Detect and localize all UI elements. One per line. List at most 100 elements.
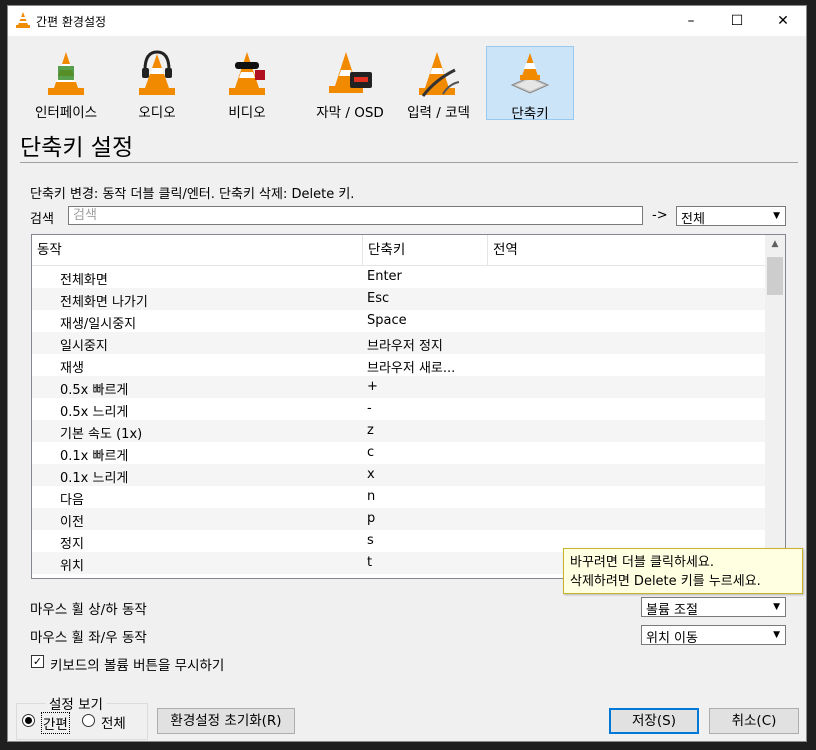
action-cell: 기본 속도 (1x) [60, 427, 143, 442]
action-cell: 다음 [60, 493, 84, 508]
hotkey-cell: Esc [367, 291, 390, 306]
hotkey-cell: p [367, 511, 376, 526]
reset-preferences-button[interactable]: 환경설정 초기화(R) [157, 708, 295, 734]
tab-interface[interactable]: 인터페이스 [21, 46, 111, 121]
tab-input-codec[interactable]: 입력 / 코덱 [396, 46, 481, 121]
tab-subtitle-osd-label: 자막 / OSD [316, 105, 384, 121]
interface-icon [48, 52, 84, 95]
search-scope-value: 전체 [681, 212, 705, 227]
table-row[interactable]: 0.1x 느리게 x [32, 464, 765, 486]
chevron-down-icon: ▼ [773, 602, 780, 612]
category-toolbar: 인터페이스 오디오 비디오 자막 / OSD 입력 / 코덱 단축키 [16, 46, 576, 122]
tooltip-line-1: 바꾸려면 더블 클릭하세요. [570, 555, 714, 570]
action-cell: 이전 [60, 515, 84, 530]
hotkeys-icon [510, 53, 550, 94]
hotkeys-table[interactable]: 동작 단축키 전역 전체화면 Enter 전체화면 나가기 Esc 재생/일시중지 Spa… [31, 234, 786, 579]
minimize-button[interactable]: – [668, 6, 714, 36]
hotkey-cell: x [367, 467, 375, 482]
table-row[interactable]: 전체화면 Enter [32, 266, 765, 288]
action-cell: 재생 [60, 361, 84, 376]
input-codec-icon [418, 52, 459, 97]
mouse-vertical-value: 볼륨 조절 [646, 603, 698, 618]
video-icon [229, 52, 265, 95]
title-bar: 간편 환경설정 – ☐ ✕ [8, 6, 806, 36]
audio-icon [139, 50, 175, 95]
window-title: 간편 환경설정 [36, 15, 107, 29]
tab-audio-label: 오디오 [138, 105, 176, 121]
action-cell: 전체화면 나가기 [60, 295, 148, 310]
ignore-volume-keys-label[interactable]: 키보드의 볼륨 버튼을 무시하기 [50, 654, 224, 674]
action-cell: 정지 [60, 537, 84, 552]
tab-interface-label: 인터페이스 [34, 105, 98, 121]
vlc-cone-icon [16, 12, 30, 28]
hotkey-cell: - [367, 401, 372, 416]
search-input[interactable] [68, 206, 643, 225]
preferences-window: 간편 환경설정 – ☐ ✕ 인터페이스 오디오 비디오 자막 / OSD 입력 … [7, 5, 807, 742]
section-title: 단축키 설정 [20, 135, 134, 161]
table-row[interactable]: 이전 p [32, 508, 765, 530]
hotkey-cell: z [367, 423, 374, 438]
ignore-volume-keys-checkbox[interactable]: ✓ [31, 655, 44, 668]
tab-input-codec-label: 입력 / 코덱 [407, 105, 470, 121]
mouse-horizontal-value: 위치 이동 [646, 631, 698, 646]
view-all-label[interactable]: 전체 [101, 712, 126, 732]
hotkey-cell: t [367, 555, 373, 570]
hotkey-tooltip: 바꾸려면 더블 클릭하세요. 삭제하려면 Delete 키를 누르세요. [563, 548, 803, 594]
tab-video-label: 비디오 [228, 105, 266, 121]
table-row[interactable]: 다음 n [32, 486, 765, 508]
cancel-button[interactable]: 취소(C) [709, 708, 799, 734]
maximize-button[interactable]: ☐ [714, 6, 760, 36]
action-cell: 일시중지 [60, 339, 108, 354]
action-cell: 재생/일시중지 [60, 317, 137, 332]
mouse-horizontal-select[interactable]: 위치 이동 ▼ [641, 625, 786, 646]
table-row[interactable]: 0.5x 빠르게 + [32, 376, 765, 398]
table-header: 동작 단축키 전역 [32, 235, 765, 266]
tab-subtitle-osd[interactable]: 자막 / OSD [296, 46, 404, 121]
table-row[interactable]: 일시중지 브라우저 정지 [32, 332, 765, 354]
scroll-up-icon[interactable]: ▲ [765, 239, 785, 249]
view-all-radio[interactable] [82, 714, 95, 727]
hotkey-cell: n [367, 489, 376, 504]
table-row[interactable]: 전체화면 나가기 Esc [32, 288, 765, 310]
table-row[interactable]: 기본 속도 (1x) z [32, 420, 765, 442]
tab-hotkeys[interactable]: 단축키 [486, 46, 574, 122]
tooltip-line-2: 삭제하려면 Delete 키를 누르세요. [570, 574, 761, 589]
action-cell: 전체화면 [60, 273, 108, 288]
action-cell: 0.5x 느리게 [60, 405, 129, 420]
view-simple-radio[interactable] [22, 714, 35, 727]
tab-audio[interactable]: 오디오 [116, 46, 198, 121]
hotkey-cell: Shift+Left [367, 577, 432, 578]
column-action[interactable]: 동작 [32, 235, 363, 265]
table-row[interactable]: 0.5x 느리게 - [32, 398, 765, 420]
mouse-vertical-select[interactable]: 볼륨 조절 ▼ [641, 597, 786, 618]
subtitle-osd-icon [329, 52, 372, 93]
column-global[interactable]: 전역 [488, 235, 765, 265]
hotkey-cell: 브라우저 정지 [367, 339, 443, 354]
close-button[interactable]: ✕ [760, 6, 806, 36]
column-hotkey[interactable]: 단축키 [363, 235, 488, 265]
tab-hotkeys-label: 단축키 [511, 106, 549, 122]
table-scrollbar[interactable]: ▲ [765, 235, 785, 578]
action-cell: 0.1x 느리게 [60, 471, 129, 486]
hotkeys-hint: 단축키 변경: 동작 더블 클릭/엔터. 단축키 삭제: Delete 키. [30, 187, 355, 202]
table-row[interactable]: 0.1x 빠르게 c [32, 442, 765, 464]
hotkey-cell: Enter [367, 269, 402, 284]
view-settings-title: 설정 보기 [46, 693, 106, 713]
action-cell: 매우 짧게 뒤로 이동 [60, 577, 168, 578]
hotkey-cell: c [367, 445, 375, 460]
tab-video[interactable]: 비디오 [206, 46, 288, 121]
action-cell: 위치 [60, 559, 84, 574]
hotkey-cell: + [367, 379, 378, 394]
action-cell: 0.1x 빠르게 [60, 449, 129, 464]
table-row[interactable]: 재생/일시중지 Space [32, 310, 765, 332]
mouse-horizontal-label: 마우스 휠 좌/우 동작 [30, 630, 147, 646]
save-button[interactable]: 저장(S) [609, 708, 699, 734]
search-arrow: -> [652, 208, 668, 223]
hotkey-cell: 브라우저 새로... [367, 361, 456, 376]
scrollbar-thumb[interactable] [767, 257, 783, 295]
table-row[interactable]: 재생 브라우저 새로... [32, 354, 765, 376]
hotkey-cell: Space [367, 313, 407, 328]
search-scope-select[interactable]: 전체 ▼ [676, 206, 786, 227]
view-simple-label[interactable]: 간편 [41, 712, 70, 734]
chevron-down-icon: ▼ [773, 630, 780, 640]
